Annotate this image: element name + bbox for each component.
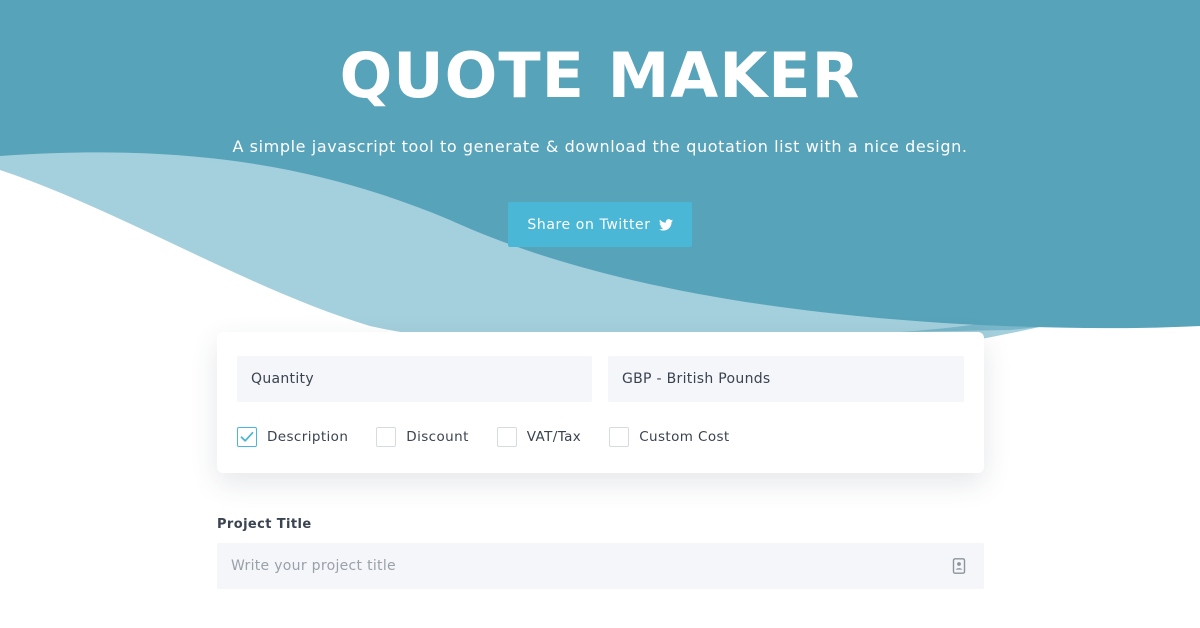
column-options: Description Discount VAT/Tax Custom Cost (237, 427, 758, 447)
page-subtitle: A simple javascript tool to generate & d… (232, 137, 968, 156)
vat-tax-checkbox[interactable] (496, 427, 517, 447)
project-title-field (217, 543, 984, 589)
share-twitter-button[interactable]: Share on Twitter (508, 202, 692, 247)
discount-label: Discount (406, 429, 469, 445)
option-custom-cost[interactable]: Custom Cost (609, 427, 729, 447)
quantity-select[interactable]: Quantity (237, 356, 592, 402)
quantity-select-value: Quantity (251, 371, 314, 387)
currency-select[interactable]: GBP - British Pounds (608, 356, 964, 402)
option-vat-tax[interactable]: VAT/Tax (496, 427, 582, 447)
contact-book-icon (952, 558, 966, 574)
description-checkbox[interactable] (237, 427, 257, 447)
settings-card: Quantity GBP - British Pounds Descriptio… (217, 332, 984, 473)
page-title: QUOTE MAKER (339, 39, 861, 112)
checkmark-icon (240, 431, 254, 442)
option-discount[interactable]: Discount (376, 427, 468, 447)
currency-select-value: GBP - British Pounds (622, 371, 771, 387)
project-title-label: Project Title (217, 517, 312, 532)
description-label: Description (267, 429, 349, 445)
project-title-input[interactable] (217, 543, 984, 589)
twitter-icon (658, 218, 673, 231)
page: QUOTE MAKER A simple javascript tool to … (0, 0, 1200, 628)
share-button-label: Share on Twitter (527, 216, 651, 233)
discount-checkbox[interactable] (376, 427, 397, 447)
custom-cost-label: Custom Cost (639, 429, 730, 445)
vat-tax-label: VAT/Tax (526, 429, 582, 445)
custom-cost-checkbox[interactable] (609, 427, 630, 447)
option-description[interactable]: Description (237, 427, 348, 447)
